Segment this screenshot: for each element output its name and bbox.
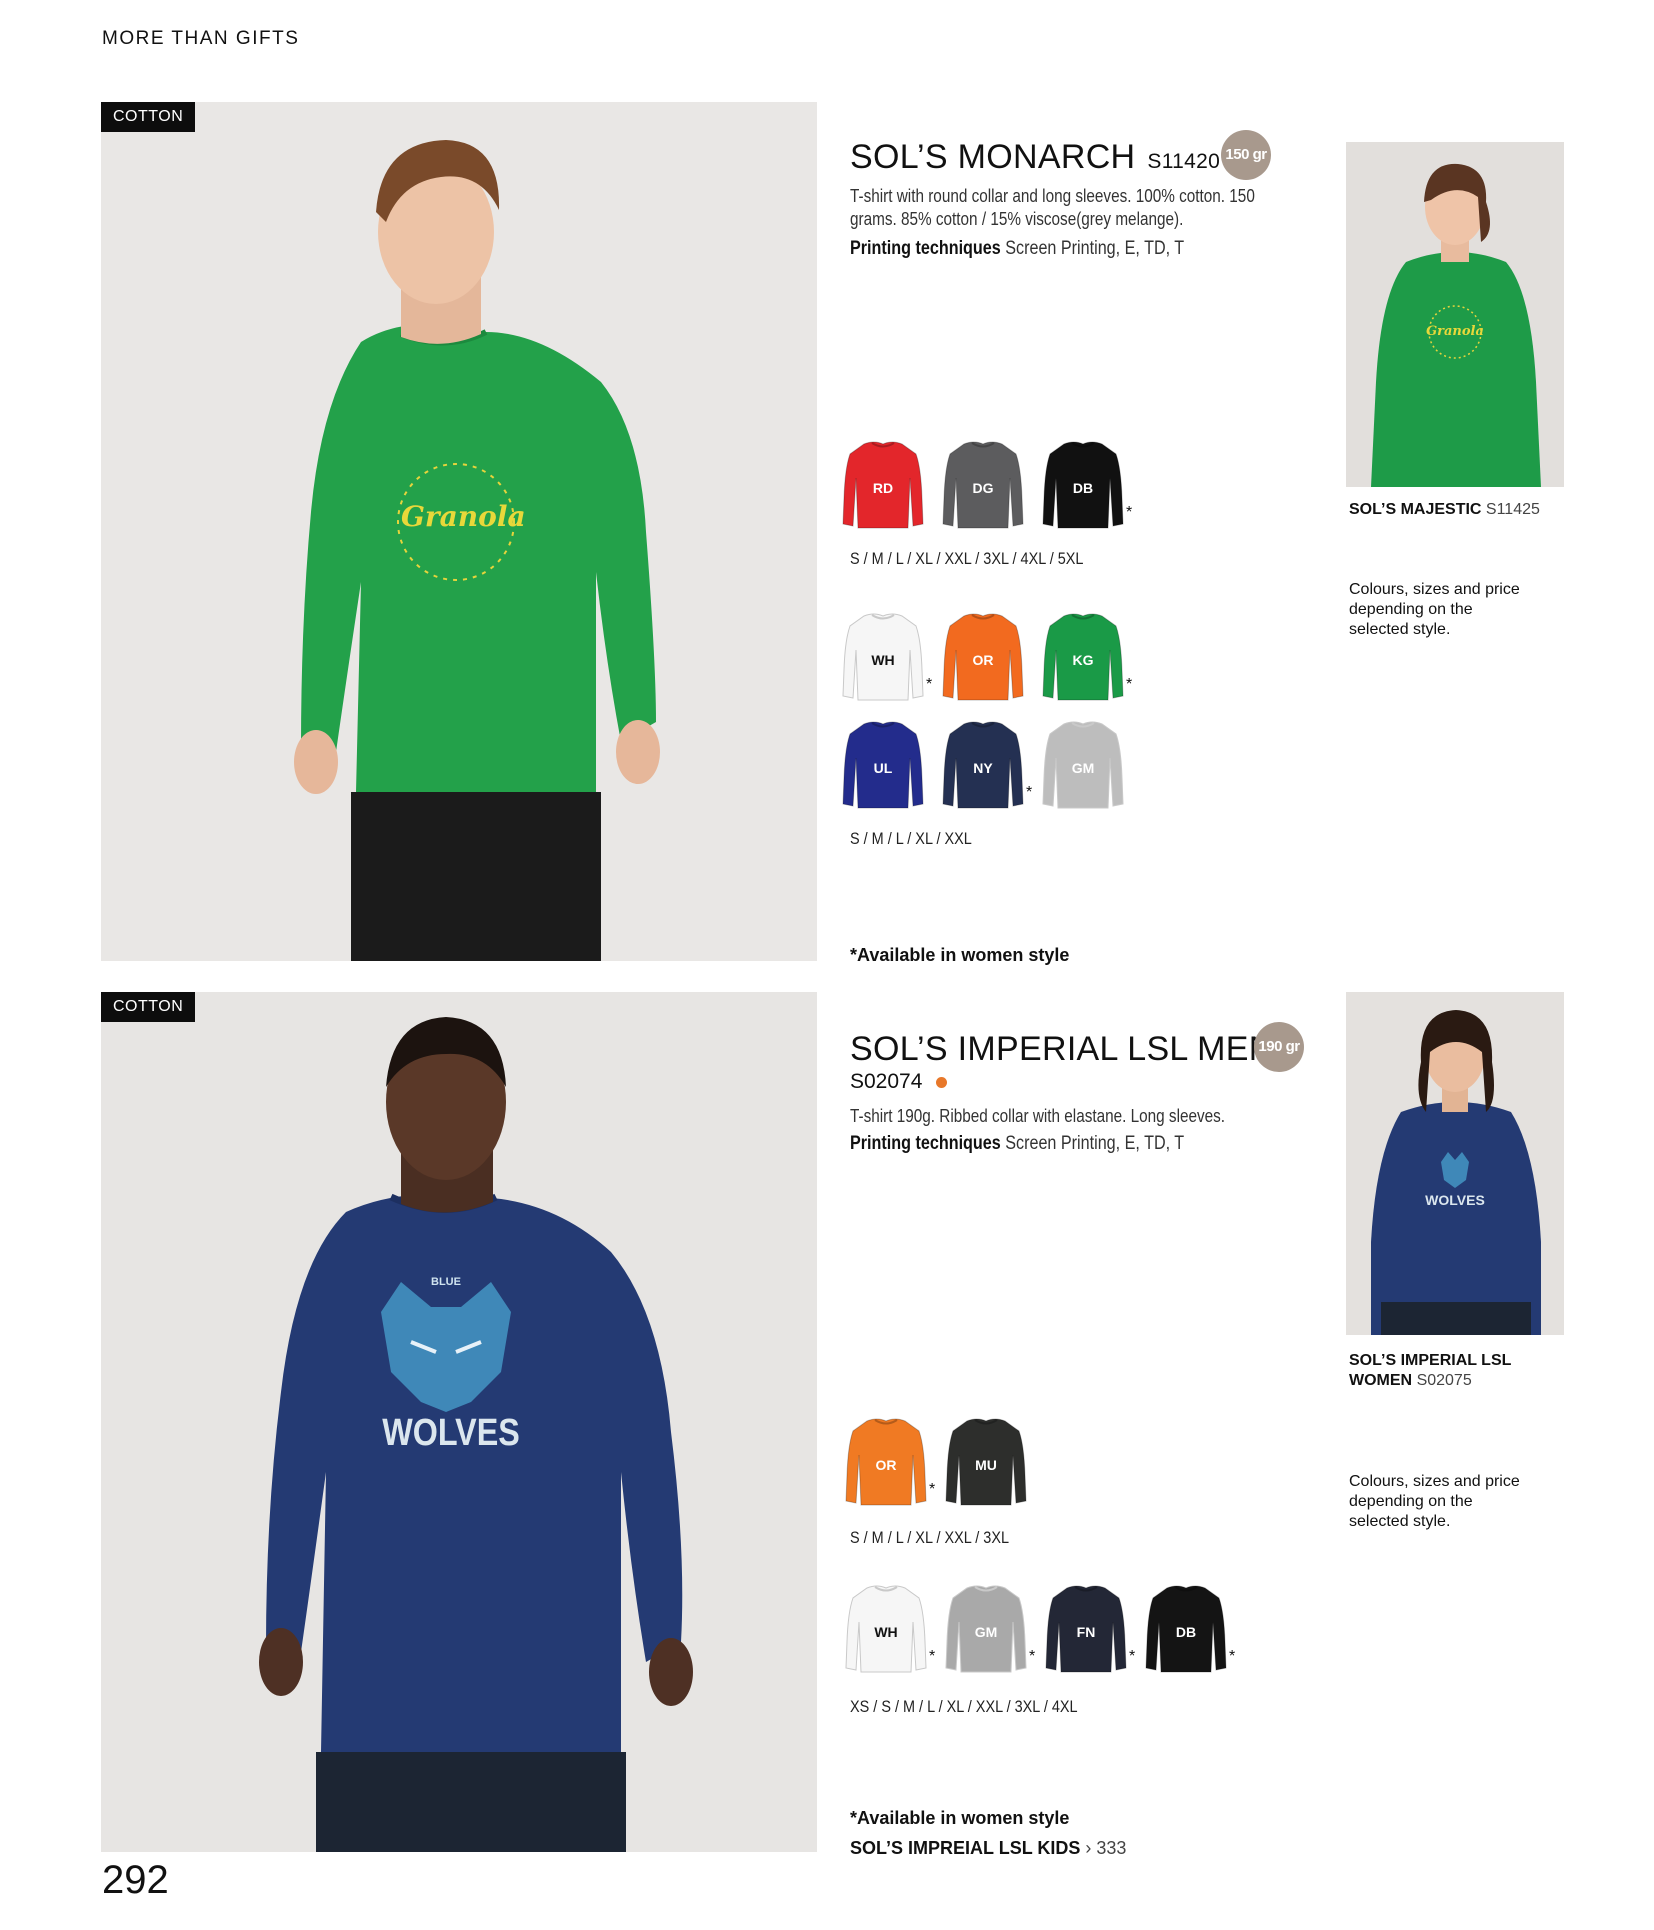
- printing-techniques: Printing techniques Screen Printing, E, …: [850, 1133, 1184, 1155]
- printing-value: Screen Printing, E, TD, T: [1005, 1133, 1185, 1154]
- colour-swatch-db: DB: [1145, 1582, 1227, 1676]
- side-product-name-line2: WOMEN: [1349, 1372, 1413, 1389]
- colour-swatch-fn: FN: [1045, 1582, 1127, 1676]
- side-product-code: S02075: [1416, 1372, 1472, 1389]
- product-title: SOL’S MONARCH S11420: [850, 138, 1220, 177]
- material-tag: COTTON: [101, 102, 196, 132]
- print-graphic-small: BLUE: [431, 1276, 461, 1288]
- colour-code: NY: [973, 760, 993, 776]
- women-style-marker: *: [929, 1648, 936, 1665]
- print-graphic-text: WOLVES: [382, 1412, 520, 1454]
- colour-swatch-wh: WH: [842, 610, 924, 704]
- size-range: XS / S / M / L / XL / XXL / 3XL / 4XL: [850, 1697, 1078, 1716]
- product-description: T-shirt 190g. Ribbed collar with elastan…: [850, 1106, 1226, 1126]
- new-indicator-dot: [936, 1076, 948, 1088]
- colour-code: KG: [1072, 652, 1094, 668]
- colour-swatch-gm: GM: [945, 1582, 1027, 1676]
- kids-version-link[interactable]: SOL’S IMPREIAL LSL KIDS › 333: [850, 1838, 1126, 1859]
- colour-code: GM: [974, 1624, 998, 1640]
- weight-badge: 150 gr: [1221, 130, 1271, 180]
- product-name: SOL’S MONARCH: [850, 138, 1136, 176]
- print-graphic-text: Granola: [401, 500, 526, 533]
- side-product-caption: SOL’S MAJESTIC S11425: [1349, 500, 1540, 520]
- product-photo-monarch: Granola: [101, 102, 817, 961]
- colour-code: OR: [972, 652, 994, 668]
- print-graphic-text: WOLVES: [1425, 1192, 1485, 1208]
- women-style-marker: *: [1229, 1648, 1236, 1665]
- page-number: 292: [102, 1858, 169, 1902]
- colour-swatch-or: OR: [845, 1415, 927, 1509]
- women-style-note: *Available in women style: [850, 945, 1070, 965]
- side-product-name: SOL’S MAJESTIC: [1349, 501, 1482, 518]
- colour-code: DG: [972, 480, 994, 496]
- kids-link-page: › 333: [1085, 1838, 1127, 1858]
- colour-swatch-db: DB: [1042, 438, 1124, 532]
- product-photo-imperial: BLUE WOLVES: [101, 992, 817, 1852]
- colour-swatch-rd: RD: [842, 438, 924, 532]
- colour-code: DB: [1072, 480, 1094, 496]
- weight-badge: 190 gr: [1254, 1022, 1304, 1072]
- women-style-note: *Available in women style: [850, 1808, 1070, 1828]
- size-range: S / M / L / XL / XXL / 3XL: [850, 1528, 1010, 1547]
- colour-swatch-mu: MU: [945, 1415, 1027, 1509]
- colour-code: WH: [874, 1624, 898, 1640]
- colour-swatch-or: OR: [942, 610, 1024, 704]
- women-style-marker: *: [1126, 504, 1133, 521]
- side-product-note: Colours, sizes and price depending on th…: [1349, 1473, 1520, 1530]
- product-code: S11420: [1147, 150, 1221, 173]
- women-style-marker: *: [926, 676, 933, 693]
- side-product-code: S11425: [1485, 501, 1540, 518]
- catalogue-header: MORE THAN GIFTS: [102, 28, 300, 49]
- colour-swatch-ul: UL: [842, 718, 924, 812]
- colour-code: MU: [975, 1457, 997, 1473]
- printing-techniques: Printing techniques Screen Printing, E, …: [850, 238, 1184, 260]
- colour-swatch-wh: WH: [845, 1582, 927, 1676]
- printing-label: Printing techniques: [850, 238, 1001, 259]
- colour-code: DB: [1175, 1624, 1197, 1640]
- size-range: S / M / L / XL / XXL: [850, 829, 972, 848]
- women-style-marker: *: [929, 1481, 936, 1498]
- women-style-marker: *: [1129, 1648, 1136, 1665]
- side-product-caption: SOL’S IMPERIAL LSL WOMEN S02075: [1349, 1351, 1511, 1391]
- product-title: SOL’S IMPERIAL LSL MEN: [850, 1030, 1274, 1068]
- side-product-name-line1: SOL’S IMPERIAL LSL: [1349, 1352, 1512, 1369]
- colour-swatch-ny: NY: [942, 718, 1024, 812]
- colour-swatch-dg: DG: [942, 438, 1024, 532]
- printing-value: Screen Printing, E, TD, T: [1005, 238, 1185, 259]
- women-style-marker: *: [1026, 784, 1033, 801]
- side-photo-imperial-women: WOLVES: [1346, 992, 1564, 1335]
- print-graphic-text: Granola: [1426, 324, 1484, 339]
- colour-code: FN: [1076, 1624, 1096, 1640]
- women-style-marker: *: [1029, 1648, 1036, 1665]
- colour-code: OR: [875, 1457, 897, 1473]
- colour-swatch-gm: GM: [1042, 718, 1124, 812]
- colour-swatch-kg: KG: [1042, 610, 1124, 704]
- product-code: S02074: [850, 1070, 923, 1093]
- kids-link-label: SOL’S IMPREIAL LSL KIDS: [850, 1838, 1081, 1858]
- women-style-marker: *: [1126, 676, 1133, 693]
- material-tag: COTTON: [101, 992, 196, 1022]
- side-product-note: Colours, sizes and price depending on th…: [1349, 581, 1520, 638]
- colour-code: UL: [873, 760, 893, 776]
- colour-code: GM: [1071, 760, 1095, 776]
- colour-code: RD: [872, 480, 894, 496]
- product-code-row: S02074: [850, 1070, 948, 1094]
- size-range: S / M / L / XL / XXL / 3XL / 4XL / 5XL: [850, 549, 1084, 568]
- side-photo-majestic: Granola: [1346, 142, 1564, 487]
- printing-label: Printing techniques: [850, 1133, 1001, 1154]
- product-description: T-shirt with round collar and long sleev…: [850, 186, 1255, 229]
- colour-code: WH: [871, 652, 895, 668]
